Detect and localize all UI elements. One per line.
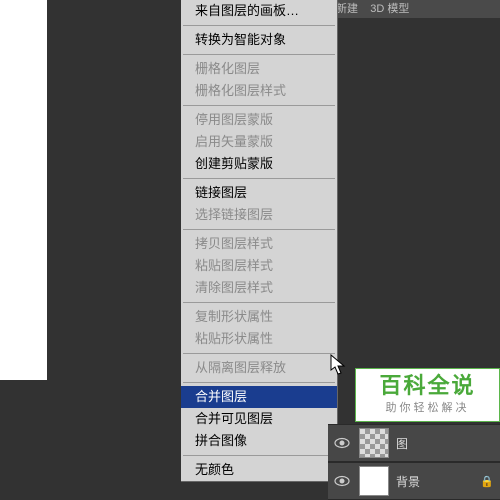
menu-separator [183,25,335,26]
model-tab[interactable]: 3D 模型 [370,3,409,15]
menu-separator [183,229,335,230]
menu-item[interactable]: 转换为智能对象 [181,29,337,51]
menu-item[interactable]: 无颜色 [181,459,337,481]
panel-header: 新建 3D 模型 [328,0,500,18]
menu-separator [183,455,335,456]
menu-item: 粘贴形状属性 [181,328,337,350]
visibility-toggle[interactable] [328,437,356,449]
menu-separator [183,105,335,106]
menu-separator [183,178,335,179]
menu-item: 栅格化图层样式 [181,80,337,102]
menu-item: 粘贴图层样式 [181,255,337,277]
menu-item: 拷贝图层样式 [181,233,337,255]
menu-item[interactable]: 来自图层的画板… [181,0,337,22]
watermark-subtitle: 助你轻松解决 [356,399,499,415]
layers-panel[interactable]: 图 背景 🔒 [328,424,500,500]
menu-item[interactable]: 创建剪贴蒙版 [181,153,337,175]
new-label[interactable]: 新建 [336,3,358,15]
menu-item: 选择链接图层 [181,204,337,226]
menu-item: 从隔离图层释放 [181,357,337,379]
menu-separator [183,302,335,303]
watermark: 百科全说 助你轻松解决 [355,368,500,422]
canvas-area[interactable] [0,0,47,380]
menu-separator [183,353,335,354]
menu-item: 复制形状属性 [181,306,337,328]
menu-item[interactable]: 链接图层 [181,182,337,204]
visibility-toggle[interactable] [328,475,356,487]
layer-thumbnail[interactable] [359,428,389,458]
menu-separator [183,382,335,383]
eye-icon [334,475,350,487]
layer-name[interactable]: 背景 [392,473,480,490]
menu-item: 栅格化图层 [181,58,337,80]
layer-row[interactable]: 背景 🔒 [328,462,500,500]
layer-thumbnail[interactable] [359,466,389,496]
menu-separator [183,54,335,55]
eye-icon [334,437,350,449]
menu-item: 清除图层样式 [181,277,337,299]
menu-item[interactable]: 合并可见图层 [181,408,337,430]
menu-item: 停用图层蒙版 [181,109,337,131]
layer-context-menu[interactable]: 来自图层的画板… 转换为智能对象栅格化图层栅格化图层样式停用图层蒙版启用矢量蒙版创… [181,0,338,482]
layer-name[interactable]: 图 [392,435,500,452]
lock-icon: 🔒 [480,475,500,488]
menu-item: 启用矢量蒙版 [181,131,337,153]
watermark-title: 百科全说 [356,373,499,399]
menu-item[interactable]: 拼合图像 [181,430,337,452]
menu-item[interactable]: 合并图层 [181,386,337,408]
layer-row[interactable]: 图 [328,424,500,462]
